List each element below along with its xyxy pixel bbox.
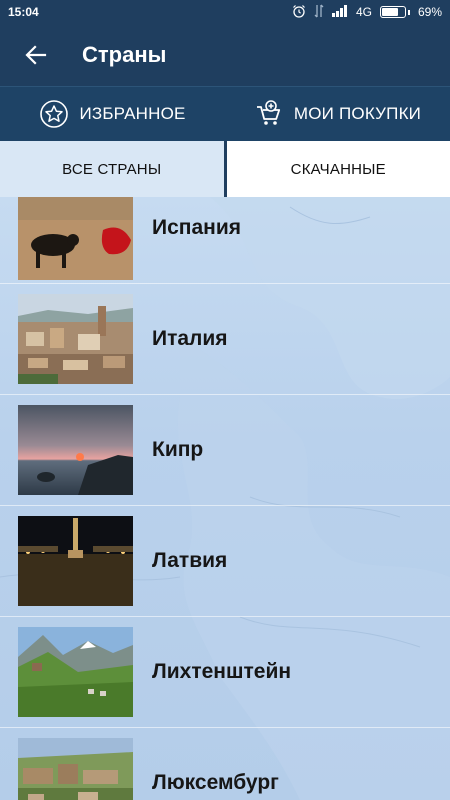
list-item[interactable]: Испания <box>0 197 450 284</box>
tab-downloaded-label: СКАЧАННЫЕ <box>290 160 386 178</box>
action-bar: ИЗБРАННОЕ МОИ ПОКУПКИ <box>0 86 450 141</box>
liechtenstein-image <box>18 627 133 717</box>
list-item[interactable]: Кипр <box>0 395 450 506</box>
list-item[interactable]: Люксембург <box>0 728 450 800</box>
data-transfer-icon <box>314 4 324 21</box>
luxembourg-image <box>18 738 133 800</box>
country-name: Лихтенштейн <box>152 660 292 683</box>
country-name: Италия <box>152 327 228 350</box>
latvia-image <box>18 516 133 606</box>
my-purchases-button[interactable]: МОИ ПОКУПКИ <box>225 87 450 141</box>
signal-icon <box>331 4 348 20</box>
network-type: 4G <box>355 5 372 19</box>
page-title: Страны <box>82 42 167 67</box>
spain-image <box>18 197 133 280</box>
back-button[interactable] <box>0 24 72 86</box>
status-bar: 15:04 4G 69% <box>0 0 450 24</box>
tab-all-countries-label: ВСЕ СТРАНЫ <box>62 160 162 178</box>
favorites-label: ИЗБРАННОЕ <box>79 104 186 123</box>
list-item[interactable]: Латвия <box>0 506 450 617</box>
country-thumbnail <box>18 627 133 717</box>
country-name: Испания <box>152 216 241 239</box>
country-thumbnail <box>18 294 133 384</box>
country-name: Кипр <box>152 438 204 461</box>
list-item[interactable]: Италия <box>0 284 450 395</box>
my-purchases-label: МОИ ПОКУПКИ <box>293 104 422 123</box>
favorites-button[interactable]: ИЗБРАННОЕ <box>0 87 225 141</box>
country-name: Латвия <box>152 549 228 572</box>
alarm-icon <box>292 4 306 21</box>
cyprus-image <box>18 405 133 495</box>
app-bar: Страны <box>0 24 450 86</box>
country-list[interactable]: Испания Италия Кипр Латвия Лихтенштейн Л… <box>0 197 450 800</box>
battery-icon <box>379 6 406 18</box>
tab-downloaded[interactable]: СКАЧАННЫЕ <box>223 141 450 197</box>
status-time: 15:04 <box>8 5 39 19</box>
battery-percent: 69% <box>417 5 442 19</box>
country-thumbnail <box>18 738 133 800</box>
country-thumbnail <box>18 405 133 495</box>
country-thumbnail <box>18 516 133 606</box>
country-thumbnail <box>18 197 133 280</box>
tab-all-countries[interactable]: ВСЕ СТРАНЫ <box>0 141 224 197</box>
star-icon <box>40 100 69 128</box>
battery-tip <box>407 9 410 15</box>
arrow-left-icon <box>25 45 47 65</box>
country-name: Люксембург <box>152 771 279 794</box>
tab-bar: ВСЕ СТРАНЫ СКАЧАННЫЕ <box>0 141 450 197</box>
list-item[interactable]: Лихтенштейн <box>0 617 450 728</box>
cart-plus-icon <box>256 100 280 125</box>
italy-image <box>18 294 133 384</box>
